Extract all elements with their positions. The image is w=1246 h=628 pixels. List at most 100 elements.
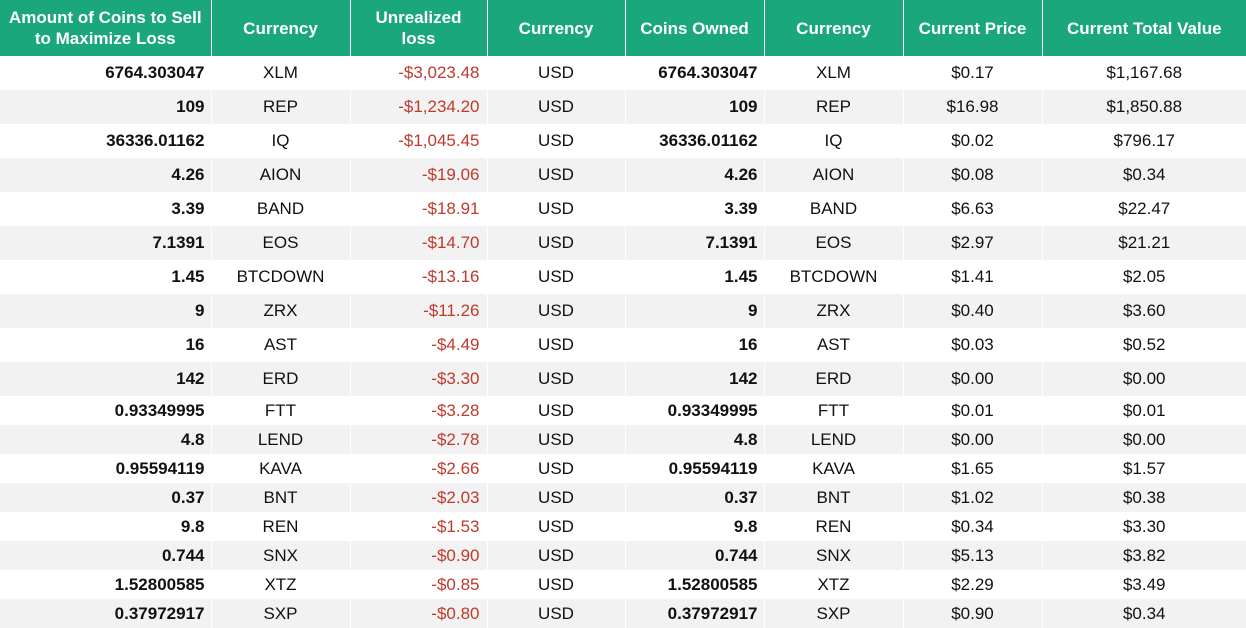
owned-currency-cell: SNX: [764, 541, 904, 570]
owned-currency-cell: LEND: [764, 425, 904, 454]
amount-to-sell-cell: 142: [0, 362, 212, 396]
table-row: 9 ZRX -$11.26 USD 9 ZRX $0.40 $3.60: [0, 294, 1246, 328]
unrealized-loss-cell: -$2.78: [350, 425, 488, 454]
amount-to-sell-cell: 7.1391: [0, 226, 212, 260]
unrealized-loss-cell: -$4.49: [350, 328, 488, 362]
current-total-value-cell: $1.57: [1122, 458, 1166, 478]
loss-currency-cell: USD: [487, 454, 626, 483]
current-total-value-cell: $0.00: [1042, 362, 1246, 396]
coins-owned-cell: 7.1391: [625, 226, 765, 260]
loss-currency-cell: USD: [487, 56, 626, 90]
loss-currency-cell: USD: [487, 570, 626, 599]
table-body: 6764.303047 XLM -$3,023.48 USD 6764.303047 XL…: [0, 56, 1246, 628]
current-total-value-cell: $3.60: [1042, 294, 1246, 328]
owned-currency-cell: BTCDOWN: [764, 260, 904, 294]
current-price-cell: $2.29: [903, 570, 1043, 599]
unrealized-loss-cell: -$3.28: [350, 396, 488, 425]
current-total-value-cell: $3.49: [1122, 574, 1166, 594]
table-row: 109 REP -$1,234.20 USD 109 REP $16.98 $1,850.88: [0, 90, 1246, 124]
coins-owned-cell: 16: [625, 328, 765, 362]
coins-owned-cell: 1.52800585: [625, 570, 765, 599]
table-row: 7.1391 EOS -$14.70 USD 7.1391 EOS $2.97 $21.21: [0, 226, 1246, 260]
header-currency: Currency: [211, 0, 351, 56]
table-row: 0.95594119 KAVA -$2.66 USD 0.95594119 KAVA $1.…: [0, 454, 1246, 483]
owned-currency-cell: SXP: [764, 599, 904, 628]
table-row: 1.45 BTCDOWN -$13.16 USD 1.45 BTCDOWN $1.41 $2.…: [0, 260, 1246, 294]
loss-currency-cell: USD: [487, 260, 626, 294]
current-price-cell: $0.08: [903, 158, 1043, 192]
owned-currency-cell: ERD: [764, 362, 904, 396]
owned-currency-cell: AST: [764, 328, 904, 362]
current-price-cell: $1.65: [903, 454, 1043, 483]
coins-owned-cell: 0.37972917: [625, 599, 765, 628]
currency-cell: FTT: [211, 396, 351, 425]
currency-cell: ZRX: [211, 294, 351, 328]
table-row: 0.37 BNT -$2.03 USD 0.37 BNT $1.02 $0.38: [0, 483, 1246, 512]
unrealized-loss-cell: -$3.30: [350, 362, 488, 396]
current-price-cell: $5.13: [903, 541, 1043, 570]
loss-currency-cell: USD: [487, 396, 626, 425]
current-total-value-cell: $21.21: [1042, 226, 1246, 260]
currency-cell: LEND: [211, 425, 351, 454]
amount-to-sell-cell: 109: [0, 90, 212, 124]
coins-owned-cell: 9: [625, 294, 765, 328]
table-row: 6764.303047 XLM -$3,023.48 USD 6764.303047 XL…: [0, 56, 1246, 90]
unrealized-loss-cell: -$1.53: [350, 512, 488, 541]
current-total-value-cell: $0.52: [1122, 335, 1166, 354]
coins-owned-cell: 0.37: [625, 483, 765, 512]
currency-cell: IQ: [211, 124, 351, 158]
amount-to-sell-cell: 0.37972917: [0, 599, 212, 628]
amount-to-sell-cell: 0.744: [0, 541, 212, 570]
table-row: 1.52800585 XTZ -$0.85 USD 1.52800585 XTZ $2.29…: [0, 570, 1246, 599]
coins-owned-cell: 0.93349995: [625, 396, 765, 425]
header-amount-to-sell: Amount of Coins to Sell to Maximize Loss: [0, 0, 212, 56]
loss-currency-cell: USD: [487, 158, 626, 192]
unrealized-loss-cell: -$14.70: [350, 226, 488, 260]
coins-owned-cell: 6764.303047: [625, 56, 765, 90]
current-price-cell: $1.41: [903, 260, 1043, 294]
amount-to-sell-cell: 6764.303047: [0, 56, 212, 90]
table-row: 142 ERD -$3.30 USD 142 ERD $0.00 $0.00: [0, 362, 1246, 396]
owned-currency-cell: REN: [764, 512, 904, 541]
current-total-value-cell: $0.38: [1042, 483, 1246, 512]
current-price-cell: $6.63: [903, 192, 1043, 226]
coins-owned-cell: 9.8: [625, 512, 765, 541]
table-header: Amount of Coins to Sell to Maximize Loss…: [0, 0, 1246, 56]
currency-cell: AST: [211, 328, 351, 362]
amount-to-sell-cell: 0.37: [0, 483, 212, 512]
currency-cell: BAND: [211, 192, 351, 226]
current-price-cell: $0.01: [903, 396, 1043, 425]
amount-to-sell-cell: 1.45: [0, 260, 212, 294]
coin-loss-table: Amount of Coins to Sell to Maximize Loss…: [0, 0, 1246, 628]
amount-to-sell-cell: 3.39: [0, 192, 212, 226]
current-price-cell: $0.03: [903, 328, 1043, 362]
current-total-value-cell: $1,167.68: [1106, 63, 1183, 82]
coins-owned-cell: 0.744: [625, 541, 765, 570]
currency-cell: SXP: [211, 599, 351, 628]
unrealized-loss-cell: -$0.85: [350, 570, 488, 599]
table-row: 9.8 REN -$1.53 USD 9.8 REN $0.34 $3.30: [0, 512, 1246, 541]
current-total-value-cell: $0.34: [1042, 158, 1246, 192]
loss-currency-cell: USD: [487, 226, 626, 260]
amount-to-sell-cell: 36336.01162: [0, 124, 212, 158]
owned-currency-cell: EOS: [764, 226, 904, 260]
loss-currency-cell: USD: [487, 328, 626, 362]
owned-currency-cell: BNT: [764, 483, 904, 512]
loss-currency-cell: USD: [487, 362, 626, 396]
coins-owned-cell: 3.39: [625, 192, 765, 226]
current-total-value-cell: $22.47: [1118, 199, 1171, 218]
unrealized-loss-cell: -$2.03: [350, 483, 488, 512]
loss-currency-cell: USD: [487, 483, 626, 512]
owned-currency-cell: BAND: [764, 192, 904, 226]
owned-currency-cell: REP: [764, 90, 904, 124]
currency-cell: EOS: [211, 226, 351, 260]
unrealized-loss-cell: -$0.80: [350, 599, 488, 628]
amount-to-sell-cell: 16: [0, 328, 212, 362]
table-row: 36336.01162 IQ -$1,045.45 USD 36336.01162 IQ $…: [0, 124, 1246, 158]
amount-to-sell-cell: 1.52800585: [0, 570, 212, 599]
header-coins-owned: Coins Owned: [625, 0, 765, 56]
coins-owned-cell: 142: [625, 362, 765, 396]
loss-currency-cell: USD: [487, 124, 626, 158]
current-price-cell: $0.17: [903, 56, 1043, 90]
unrealized-loss-cell: -$11.26: [350, 294, 488, 328]
